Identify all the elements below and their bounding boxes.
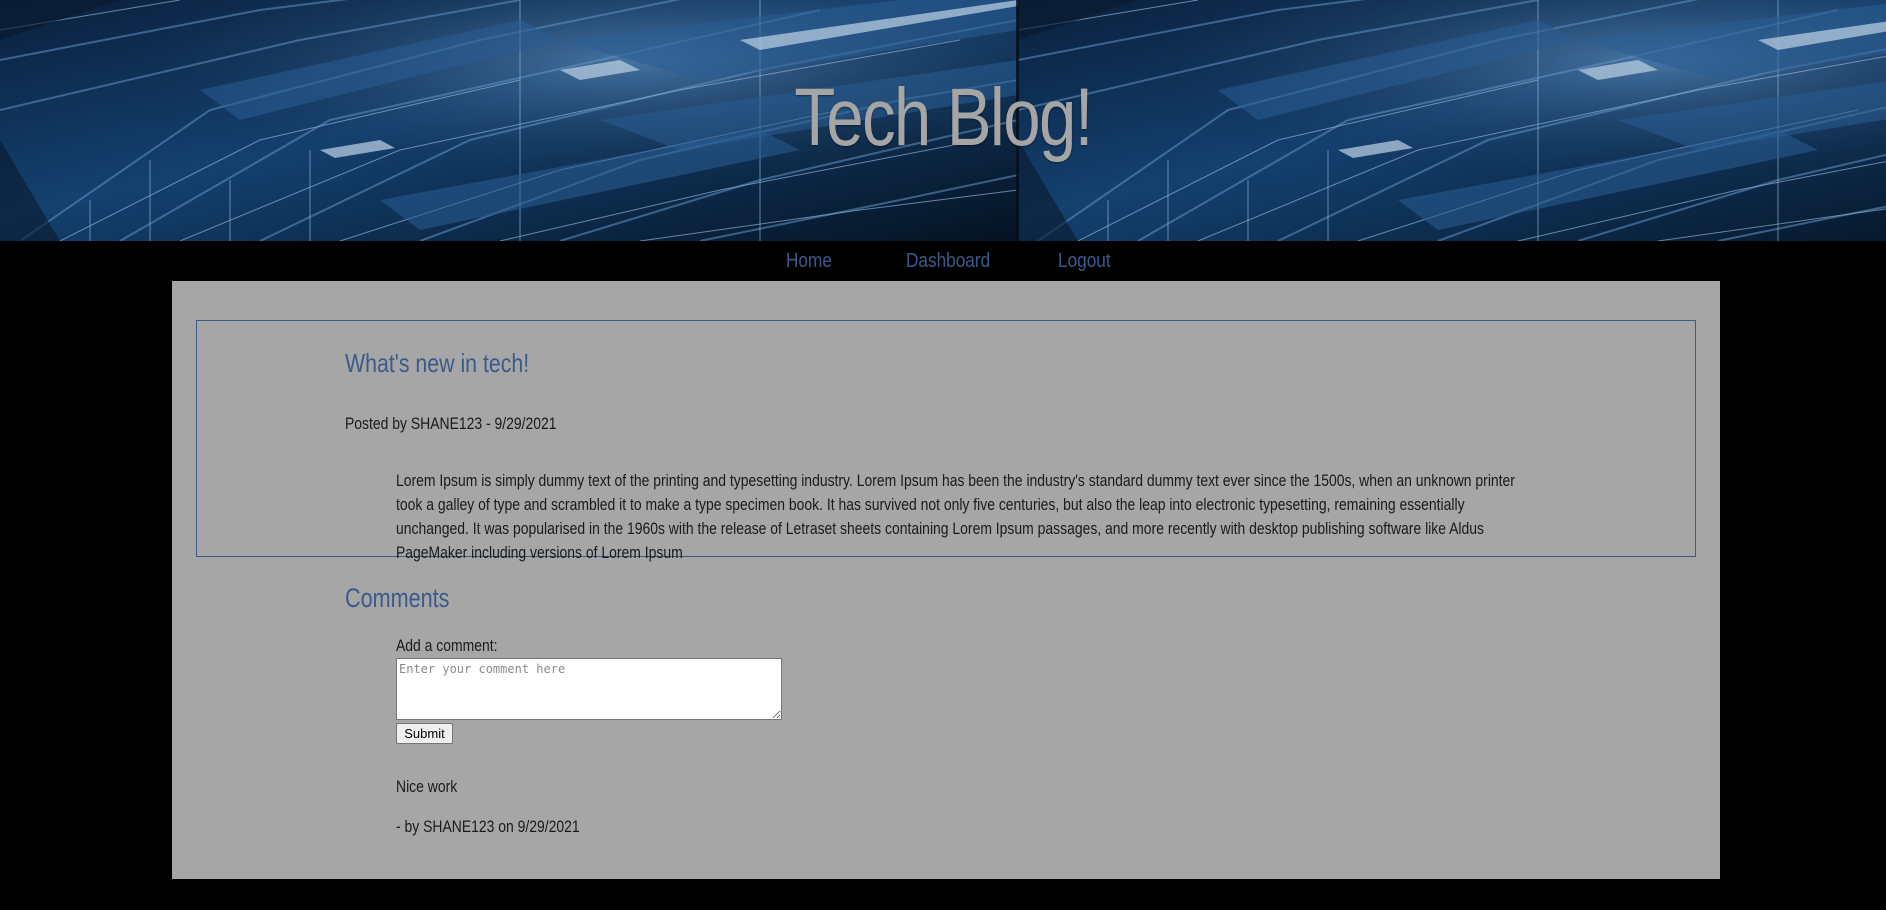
main-content: What's new in tech! Posted by SHANE123 -…	[172, 281, 1720, 879]
post-meta: Posted by SHANE123 - 9/29/2021	[345, 414, 557, 433]
nav-home-link[interactable]: Home	[786, 249, 832, 273]
add-comment-label: Add a comment:	[396, 636, 498, 655]
comment-byline: - by SHANE123 on 9/29/2021	[396, 817, 580, 836]
main-nav: Home Dashboard Logout	[0, 241, 1886, 281]
post-title: What's new in tech!	[345, 348, 530, 378]
comment-input[interactable]	[396, 658, 782, 720]
post-body: Lorem Ipsum is simply dummy text of the …	[396, 471, 1515, 562]
nav-dashboard-link[interactable]: Dashboard	[906, 249, 990, 273]
comments-heading: Comments	[345, 583, 450, 613]
site-title: Tech Blog!	[794, 72, 1093, 163]
submit-comment-button[interactable]: Submit	[396, 723, 453, 744]
nav-logout-link[interactable]: Logout	[1058, 249, 1111, 273]
comment-text: Nice work	[396, 777, 458, 796]
header-banner: Tech Blog!	[0, 0, 1886, 241]
post-card: What's new in tech! Posted by SHANE123 -…	[196, 320, 1696, 562]
